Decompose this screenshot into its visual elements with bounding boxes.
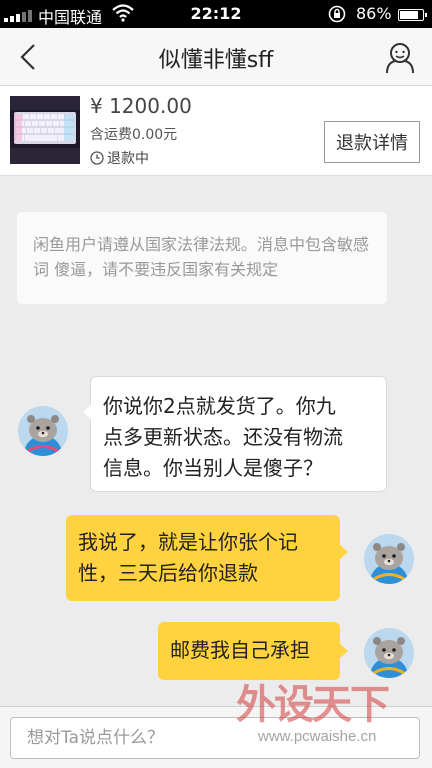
message-line: 我说了，就是让你张个记 [78, 530, 298, 554]
message-input[interactable] [10, 717, 420, 759]
contact-avatar[interactable] [18, 406, 68, 456]
my-avatar[interactable] [364, 534, 414, 584]
product-thumbnail[interactable] [10, 96, 80, 164]
user-profile-icon[interactable] [384, 40, 416, 74]
message-line: 信息。你当别人是傻子？ [103, 456, 323, 480]
message-line: 性，三天后给你退款 [78, 561, 258, 585]
refund-status-text: 退款中 [107, 151, 149, 167]
message-bubble-outgoing: 邮费我自己承担 [158, 622, 348, 680]
message-bubble-outgoing: 我说了，就是让你张个记 性，三天后给你退款 [66, 515, 348, 601]
message-composer [0, 706, 432, 768]
message-line: 点多更新状态。还没有物流 [103, 425, 343, 449]
product-summary: ¥ 1200.00 含运费0.00元 退款中 退款详情 [0, 86, 432, 176]
battery-icon [398, 9, 427, 21]
status-bar: 中国联通 22:12 86% [0, 0, 432, 28]
message-bubble-incoming: 你说你2点就发货了。你九 点多更新状态。还没有物流 信息。你当别人是傻子？ [83, 376, 387, 492]
my-avatar[interactable] [364, 628, 414, 678]
refund-details-button[interactable]: 退款详情 [324, 121, 420, 163]
shipping-fee: 含运费0.00元 [90, 127, 178, 143]
battery-percent: 86% [356, 4, 392, 23]
refund-status: 退款中 [90, 148, 149, 168]
rotation-lock-icon [328, 5, 346, 23]
product-price: ¥ 1200.00 [90, 94, 192, 118]
message-line: 你说你2点就发货了。你九 [103, 394, 336, 418]
message-line: 邮费我自己承担 [170, 638, 310, 662]
system-notice: 闲鱼用户请遵从国家法律法规。消息中包含敏感词 傻逼，请不要违反国家有关规定 [17, 212, 387, 304]
clock-icon [90, 151, 104, 165]
chat-header: 似懂非懂sff [0, 28, 432, 86]
chevron-left-icon[interactable] [14, 42, 44, 72]
page-title: 似懂非懂sff [158, 48, 274, 73]
